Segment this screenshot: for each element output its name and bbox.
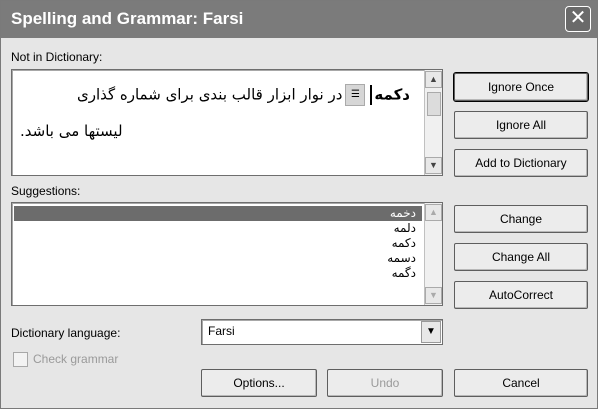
numbering-icon: ☰ — [345, 84, 366, 106]
title-bar: Spelling and Grammar: Farsi ✕ — [1, 1, 597, 38]
close-button[interactable]: ✕ — [565, 6, 591, 32]
change-button[interactable]: Change — [454, 205, 588, 233]
sentence-line-1: دکمه ☰در نوار ابزار قالب بندی برای شماره … — [40, 84, 410, 106]
dictionary-language-select[interactable]: Farsi ▼ — [201, 319, 443, 345]
autocorrect-button[interactable]: AutoCorrect — [454, 281, 588, 309]
text-scrollbar[interactable]: ▲ ▼ — [424, 70, 442, 175]
not-in-dictionary-textbox[interactable]: دکمه ☰در نوار ابزار قالب بندی برای شماره … — [11, 69, 443, 176]
sentence-rest: در نوار ابزار قالب بندی برای شماره گذاری — [76, 85, 343, 104]
check-grammar-checkbox[interactable] — [13, 352, 28, 367]
suggestions-items: دخمه دلمه دکمه دسمه دگمه — [14, 206, 422, 281]
chevron-down-icon[interactable]: ▼ — [421, 321, 441, 343]
undo-button[interactable]: Undo — [327, 369, 443, 397]
suggestions-list[interactable]: دخمه دلمه دکمه دسمه دگمه ▲ ▼ — [11, 202, 443, 306]
close-icon: ✕ — [569, 7, 587, 29]
scroll-thumb[interactable] — [427, 92, 441, 116]
suggestions-scrollbar[interactable]: ▲ ▼ — [424, 203, 442, 305]
scroll-up-icon[interactable]: ▲ — [425, 204, 442, 221]
add-to-dictionary-button[interactable]: Add to Dictionary — [454, 149, 588, 177]
scroll-down-icon[interactable]: ▼ — [425, 287, 442, 304]
ignore-all-button[interactable]: Ignore All — [454, 111, 588, 139]
not-in-dictionary-label: Not in Dictionary: — [11, 50, 103, 64]
scroll-down-icon[interactable]: ▼ — [425, 157, 442, 174]
sentence-line-2: لیستها می باشد. — [20, 122, 123, 140]
change-all-button[interactable]: Change All — [454, 243, 588, 271]
cancel-button[interactable]: Cancel — [454, 369, 588, 397]
dialog-title: Spelling and Grammar: Farsi — [11, 9, 244, 28]
options-button[interactable]: Options... — [201, 369, 317, 397]
suggestion-item[interactable]: دگمه — [14, 266, 422, 281]
check-grammar-label: Check grammar — [33, 352, 119, 366]
text-cursor — [370, 85, 373, 105]
ignore-once-button[interactable]: Ignore Once — [453, 72, 589, 102]
misspelled-word: دکمه — [374, 85, 410, 104]
suggestion-item[interactable]: دکمه — [14, 236, 422, 251]
suggestion-item[interactable]: دخمه — [14, 206, 422, 221]
spelling-grammar-dialog: Spelling and Grammar: Farsi ✕ Not in Dic… — [0, 0, 598, 409]
suggestion-item[interactable]: دسمه — [14, 251, 422, 266]
suggestion-item[interactable]: دلمه — [14, 221, 422, 236]
dictionary-language-value: Farsi — [208, 324, 235, 338]
suggestions-label: Suggestions: — [11, 184, 81, 198]
dictionary-language-label: Dictionary language: — [11, 326, 121, 340]
scroll-up-icon[interactable]: ▲ — [425, 71, 442, 88]
